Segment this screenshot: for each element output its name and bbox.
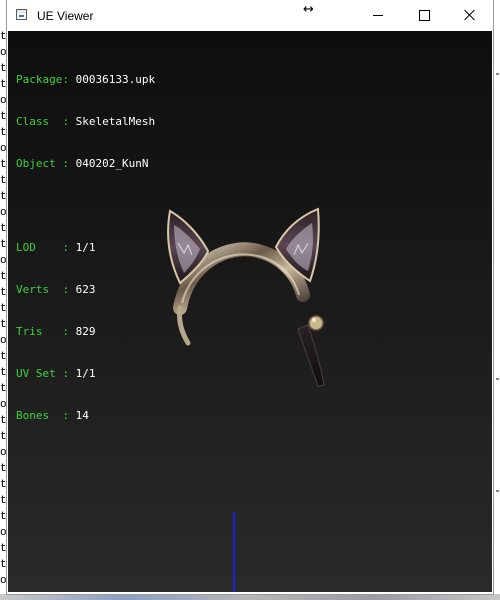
background-text-char: t: [0, 351, 7, 363]
title-bar[interactable]: UE Viewer ↔: [7, 0, 493, 31]
info-row-bones: Bones : 14: [16, 409, 155, 423]
window-title: UE Viewer: [37, 9, 94, 23]
minimize-button[interactable]: [355, 0, 401, 30]
background-text-char: o: [0, 207, 7, 219]
background-text-char: t: [0, 367, 7, 379]
info-value: 623: [75, 283, 96, 296]
ue-viewer-window: UE Viewer ↔ Package: 00036133.upk Class …: [7, 0, 493, 594]
mesh-info-overlay: Package: 00036133.upk Class : SkeletalMe…: [16, 45, 155, 451]
background-text-char: t: [0, 415, 7, 427]
background-text-char: t: [0, 159, 7, 171]
info-row-class: Class : SkeletalMesh: [16, 115, 155, 129]
info-value: 040202_KunN: [75, 157, 149, 170]
app-window-icon[interactable]: [16, 9, 27, 20]
background-mark: [496, 73, 499, 75]
background-text-char: o: [0, 47, 7, 59]
background-text-char: t: [0, 63, 7, 75]
background-text-char: t: [0, 479, 7, 491]
background-text-char: o: [0, 335, 7, 347]
background-text-char: t: [0, 495, 7, 507]
background-text-char: t: [0, 383, 7, 395]
info-value: SkeletalMesh: [75, 115, 156, 128]
background-text-char: t: [0, 303, 7, 315]
background-text-char: o: [0, 143, 7, 155]
axis-indicator-line: [233, 512, 235, 592]
background-text-char: t: [0, 127, 7, 139]
background-mark: [496, 378, 499, 380]
info-label: UV Set: [16, 367, 63, 380]
background-text-char: o: [0, 527, 7, 539]
info-label: Class: [16, 115, 63, 128]
background-text-char: t: [0, 511, 7, 523]
background-text-char: t: [0, 175, 7, 187]
info-label: Object: [16, 157, 63, 170]
background-text-char: o: [0, 95, 7, 107]
3d-viewport[interactable]: Package: 00036133.upk Class : SkeletalMe…: [8, 31, 492, 592]
background-text-char: o: [0, 399, 7, 411]
info-separator: :: [62, 157, 76, 170]
background-text-char: t: [0, 79, 7, 91]
resize-horizontal-icon: ↔: [303, 2, 314, 17]
background-text-char: t: [0, 463, 7, 475]
info-separator: :: [62, 409, 76, 422]
background-text-char: t: [0, 191, 7, 203]
info-value: 1/1: [75, 367, 96, 380]
background-mark: [496, 490, 499, 492]
background-text-char: t: [0, 319, 7, 331]
info-row-lod: LOD : 1/1: [16, 241, 155, 255]
taskbar-edge: [0, 594, 500, 600]
close-button[interactable]: [447, 0, 493, 30]
background-text-char: t: [0, 271, 7, 283]
maximize-icon: [418, 9, 430, 21]
close-icon: [464, 9, 476, 21]
info-label: Package: [16, 73, 63, 86]
info-label: Bones: [16, 409, 63, 422]
background-text-char: t: [0, 559, 7, 571]
background-text-char: o: [0, 575, 7, 587]
maximize-button[interactable]: [401, 0, 447, 30]
background-text-char: t: [0, 239, 7, 251]
info-separator: :: [62, 283, 76, 296]
info-value: 14: [75, 409, 89, 422]
info-value: 00036133.upk: [75, 73, 156, 86]
info-label: LOD: [16, 241, 63, 254]
skeletal-mesh-model[interactable]: [158, 203, 328, 388]
background-text-char: t: [0, 223, 7, 235]
background-text-char: t: [0, 431, 7, 443]
info-separator: :: [62, 367, 76, 380]
info-value: 829: [75, 325, 96, 338]
info-row-verts: Verts : 623: [16, 283, 155, 297]
info-label: Verts: [16, 283, 63, 296]
info-separator: :: [62, 241, 76, 254]
info-row-uvset: UV Set : 1/1: [16, 367, 155, 381]
background-text-char: o: [0, 447, 7, 459]
info-row-object: Object : 040202_KunN: [16, 157, 155, 171]
background-text-char: t: [0, 287, 7, 299]
background-text-char: t: [0, 111, 7, 123]
info-separator: :: [62, 73, 76, 86]
minimize-icon: [373, 14, 383, 16]
info-separator: :: [62, 115, 76, 128]
info-label: Tris: [16, 325, 63, 338]
info-separator: :: [62, 325, 76, 338]
background-text-char: t: [0, 31, 7, 43]
info-value: 1/1: [75, 241, 96, 254]
info-row-tris: Tris : 829: [16, 325, 155, 339]
background-text-char: o: [0, 255, 7, 267]
info-row-package: Package: 00036133.upk: [16, 73, 155, 87]
background-text-char: t: [0, 543, 7, 555]
